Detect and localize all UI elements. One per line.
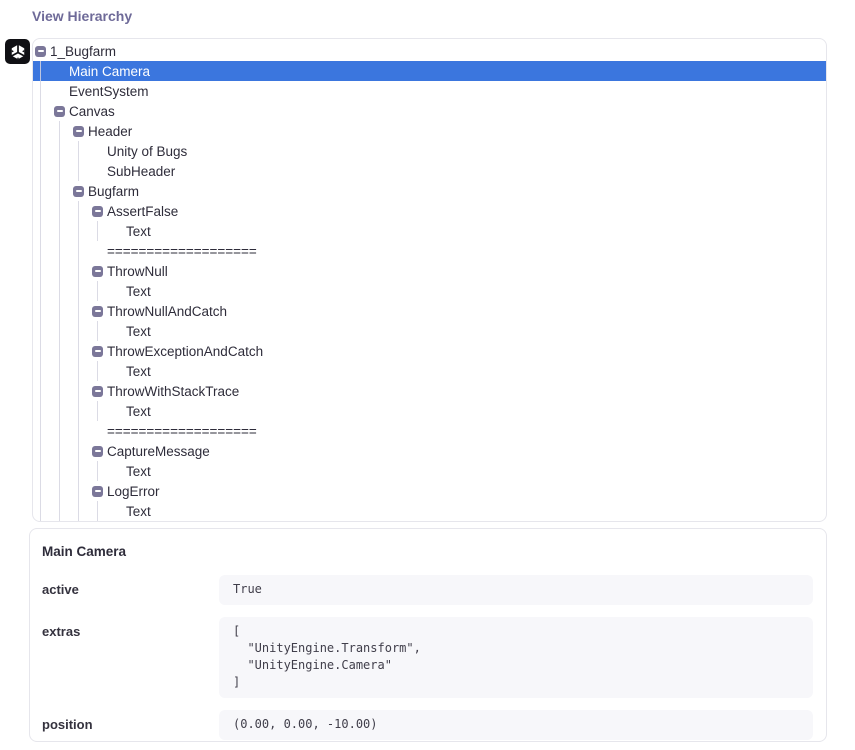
hierarchy-panel: 1_Bugfarm Main Camera EventSystem Canvas Hea…: [32, 38, 827, 522]
tree-item-header[interactable]: Header: [33, 121, 826, 141]
tree-item-throwwithstacktrace[interactable]: ThrowWithStackTrace: [33, 381, 826, 401]
tree-item-subheader[interactable]: SubHeader: [33, 161, 826, 181]
tree-item-label: Main Camera: [69, 64, 150, 79]
tree-item-thrownullandcatch[interactable]: ThrowNullAndCatch: [33, 301, 826, 321]
collapse-minus-icon[interactable]: [35, 46, 46, 57]
property-value: [ "UnityEngine.Transform", "UnityEngine.…: [219, 617, 813, 698]
tree-item-text[interactable]: Text: [33, 221, 826, 241]
tree-item-label: ThrowNullAndCatch: [107, 304, 227, 319]
property-value: True: [219, 575, 813, 605]
tree-item-label: Header: [88, 124, 132, 139]
tree-item-logerror[interactable]: LogError: [33, 481, 826, 501]
tree-item-label: Unity of Bugs: [107, 144, 187, 159]
collapse-minus-icon[interactable]: [92, 386, 103, 397]
page-title: View Hierarchy: [32, 8, 132, 24]
tree-item-label: ThrowExceptionAndCatch: [107, 344, 263, 359]
hierarchy-tree: 1_Bugfarm Main Camera EventSystem Canvas Hea…: [33, 39, 826, 521]
tree-item-label: SubHeader: [107, 164, 175, 179]
tree-item-label: LogError: [107, 484, 160, 499]
tree-item-unity-of-bugs[interactable]: Unity of Bugs: [33, 141, 826, 161]
tree-item-label: AssertFalse: [107, 204, 178, 219]
property-key: extras: [42, 617, 219, 698]
tree-item-separator[interactable]: ===================: [33, 421, 826, 441]
tree-item-eventsystem[interactable]: EventSystem: [33, 81, 826, 101]
tree-item-label: Text: [126, 364, 151, 379]
tree-item-text[interactable]: Text: [33, 501, 826, 521]
tree-item-text[interactable]: Text: [33, 281, 826, 301]
tree-item-label: ThrowNull: [107, 264, 168, 279]
tree-item-label: 1_Bugfarm: [50, 44, 116, 59]
tree-item-main-camera[interactable]: Main Camera: [33, 61, 826, 81]
collapse-minus-icon[interactable]: [73, 186, 84, 197]
tree-item-bugfarm[interactable]: Bugfarm: [33, 181, 826, 201]
collapse-minus-icon[interactable]: [92, 346, 103, 357]
collapse-minus-icon[interactable]: [92, 206, 103, 217]
node-details-panel: Main Camera activeTrueextras[ "UnityEngi…: [29, 528, 827, 742]
tree-item-thrownull[interactable]: ThrowNull: [33, 261, 826, 281]
tree-item-label: CaptureMessage: [107, 444, 210, 459]
tree-item-text[interactable]: Text: [33, 321, 826, 341]
tree-item-label: Text: [126, 464, 151, 479]
tree-item-capturemessage[interactable]: CaptureMessage: [33, 441, 826, 461]
tree-item-throwexceptionandcatch[interactable]: ThrowExceptionAndCatch: [33, 341, 826, 361]
property-value: (0.00, 0.00, -10.00): [219, 710, 813, 740]
collapse-minus-icon[interactable]: [54, 106, 65, 117]
details-title: Main Camera: [42, 544, 813, 559]
tree-item-separator[interactable]: ===================: [33, 241, 826, 261]
tree-item-label: Text: [126, 404, 151, 419]
collapse-minus-icon[interactable]: [92, 266, 103, 277]
tree-item-label: Canvas: [69, 104, 115, 119]
tree-item-label: ThrowWithStackTrace: [107, 384, 239, 399]
collapse-minus-icon[interactable]: [73, 126, 84, 137]
property-key: position: [42, 710, 219, 740]
tree-item-label: EventSystem: [69, 84, 149, 99]
property-row: activeTrue: [42, 575, 813, 605]
tree-item-label: Bugfarm: [88, 184, 139, 199]
tree-item-label: Text: [126, 284, 151, 299]
tree-item-label: ===================: [107, 424, 257, 439]
property-row: extras[ "UnityEngine.Transform", "UnityE…: [42, 617, 813, 698]
tree-item-text[interactable]: Text: [33, 401, 826, 421]
tree-item-label: Text: [126, 324, 151, 339]
unity-logo-icon: [5, 39, 30, 64]
property-row: position(0.00, 0.00, -10.00): [42, 710, 813, 740]
tree-item-text[interactable]: Text: [33, 361, 826, 381]
unity-cube-glyph: [9, 43, 27, 61]
collapse-minus-icon[interactable]: [92, 446, 103, 457]
tree-item-assertfalse[interactable]: AssertFalse: [33, 201, 826, 221]
tree-item-label: Text: [126, 504, 151, 519]
collapse-minus-icon[interactable]: [92, 306, 103, 317]
tree-item-text[interactable]: Text: [33, 461, 826, 481]
collapse-minus-icon[interactable]: [92, 486, 103, 497]
tree-item-canvas[interactable]: Canvas: [33, 101, 826, 121]
property-key: active: [42, 575, 219, 605]
tree-item-1-bugfarm[interactable]: 1_Bugfarm: [33, 41, 826, 61]
tree-item-label: ===================: [107, 244, 257, 259]
tree-item-label: Text: [126, 224, 151, 239]
property-list: activeTrueextras[ "UnityEngine.Transform…: [42, 575, 813, 740]
